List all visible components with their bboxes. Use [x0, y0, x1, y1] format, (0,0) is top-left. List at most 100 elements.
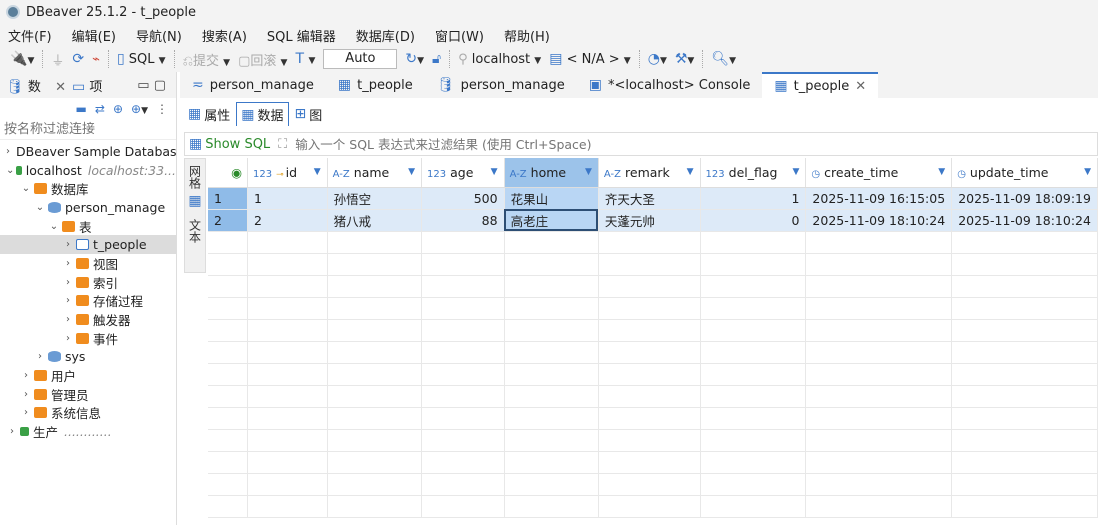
column-header-id[interactable]: 123 ⊸ id ▼ — [247, 158, 328, 188]
sort-filter-icon[interactable]: ▼ — [1084, 167, 1091, 177]
row-number[interactable]: 1 — [208, 187, 249, 210]
connection-filter-input[interactable] — [0, 120, 176, 140]
menu-item[interactable]: 导航(N) — [136, 26, 182, 45]
table-cell[interactable]: 2025-11-09 18:10:24 — [805, 209, 953, 232]
chevron-right-icon[interactable]: › — [62, 333, 74, 344]
sql-filter-input[interactable] — [295, 136, 1097, 152]
chevron-right-icon[interactable]: › — [62, 295, 74, 306]
reconnect-icon[interactable]: ⟳ — [72, 51, 84, 67]
chevron-right-icon[interactable]: › — [62, 239, 74, 250]
chevron-right-icon[interactable]: › — [62, 258, 74, 269]
new-connection-icon[interactable]: 🔌▼ — [10, 51, 34, 67]
row-selector-header[interactable]: ◉ — [208, 158, 249, 188]
column-header-update_time[interactable]: ◷ update_time ▼ — [951, 158, 1098, 188]
column-header-remark[interactable]: A-Z remark ▼ — [598, 158, 701, 188]
tree-item[interactable]: › 视图 — [0, 254, 176, 273]
tab-data[interactable]: ▦ 数据 — [236, 102, 289, 126]
tree-item[interactable]: › 触发器 — [0, 310, 176, 329]
commit-mode-select[interactable]: Auto — [323, 49, 398, 69]
close-icon[interactable]: ✕ — [855, 79, 866, 94]
table-cell[interactable]: 天蓬元帅 — [598, 209, 701, 232]
column-header-home[interactable]: A-Z home ▼ — [504, 158, 599, 188]
rollback-button[interactable]: ▢回滚 ▼ — [238, 50, 287, 69]
chevron-down-icon[interactable]: ⌄ — [34, 202, 46, 213]
sql-editor-button[interactable]: ▯ SQL ▼ — [117, 51, 166, 67]
active-connection-select[interactable]: ⚲ localhost ▼ — [458, 52, 541, 67]
table-cell[interactable]: 500 — [421, 187, 505, 210]
tree-item[interactable]: › 索引 — [0, 273, 176, 292]
sort-filter-icon[interactable]: ▼ — [687, 167, 694, 177]
column-header-create_time[interactable]: ◷ create_time ▼ — [805, 158, 953, 188]
chevron-right-icon[interactable]: › — [62, 277, 74, 288]
commit-button[interactable]: ⎌提交 ▼ — [183, 50, 230, 69]
tree-item[interactable]: › t_people — [0, 235, 176, 255]
tab-properties[interactable]: ▦ 属性 — [184, 102, 234, 126]
chevron-right-icon[interactable]: › — [20, 407, 32, 418]
editor-tab[interactable]: ▣ *<localhost> Console — [577, 72, 763, 98]
tree-item[interactable]: ⌄ localhost localhost:33... — [0, 161, 176, 180]
new-connection-icon[interactable]: ⊕ — [113, 102, 123, 116]
tree-item[interactable]: › 事件 — [0, 329, 176, 348]
table-cell[interactable]: 高老庄 — [504, 209, 599, 232]
tree-item[interactable]: › 用户 — [0, 366, 176, 385]
chevron-right-icon[interactable]: › — [6, 146, 10, 157]
sort-filter-icon[interactable]: ▼ — [408, 167, 415, 177]
filter-connection-icon[interactable]: ⊕▼ — [131, 102, 148, 116]
menu-item[interactable]: 帮助(H) — [504, 26, 550, 45]
editor-tab[interactable]: 🛢︎ person_manage — [425, 72, 577, 98]
table-cell[interactable]: 花果山 — [504, 187, 599, 210]
editor-tab[interactable]: ▦ t_people ✕ — [762, 72, 879, 98]
table-cell[interactable]: 猪八戒 — [327, 209, 423, 232]
column-header-age[interactable]: 123 age ▼ — [421, 158, 505, 188]
sort-filter-icon[interactable]: ▼ — [793, 167, 800, 177]
menu-item[interactable]: SQL 编辑器 — [267, 26, 336, 45]
table-cell[interactable]: 88 — [421, 209, 505, 232]
tab-projects[interactable]: ▭ 项 — [72, 76, 102, 95]
expand-icon[interactable]: ⛶ — [278, 137, 287, 152]
dashboard-icon[interactable]: ◔▼ — [648, 51, 667, 67]
tab-navigator[interactable]: 🛢︎ 数 ✕ — [6, 76, 66, 95]
table-cell[interactable]: 1 — [247, 187, 328, 210]
active-schema-select[interactable]: ▤ < N/A > ▼ — [549, 51, 631, 67]
tree-item[interactable]: › sys — [0, 348, 176, 367]
table-cell[interactable]: 2 — [247, 209, 328, 232]
disconnect-icon[interactable]: ⌁ — [92, 52, 100, 67]
more-icon[interactable]: ⋮ — [156, 102, 168, 116]
sort-filter-icon[interactable]: ▼ — [314, 167, 321, 177]
grid-view-label[interactable]: 网格 — [187, 165, 204, 189]
search-icon[interactable]: 🔍︎▼ — [711, 51, 736, 67]
menu-item[interactable]: 窗口(W) — [435, 26, 484, 45]
tree-item[interactable]: › 存储过程 — [0, 292, 176, 311]
chevron-down-icon[interactable]: ⌄ — [20, 183, 32, 194]
chevron-right-icon[interactable]: › — [20, 389, 32, 400]
transaction-mode-icon[interactable]: T ▼ — [295, 51, 315, 67]
row-number[interactable]: 2 — [208, 209, 249, 232]
chevron-right-icon[interactable]: › — [62, 314, 74, 325]
chevron-right-icon[interactable]: › — [34, 351, 46, 362]
table-cell[interactable]: 0 — [700, 209, 807, 232]
sort-filter-icon[interactable]: ▼ — [938, 167, 945, 177]
menu-item[interactable]: 数据库(D) — [356, 26, 415, 45]
tree-item[interactable]: ⌄ 数据库 — [0, 179, 176, 198]
show-sql-button[interactable]: ▦ Show SQL — [189, 136, 270, 152]
chevron-down-icon[interactable]: ⌄ — [6, 165, 14, 176]
editor-tab[interactable]: ≂ person_manage — [180, 72, 326, 98]
column-header-del_flag[interactable]: 123 del_flag ▼ — [700, 158, 807, 188]
tree-item[interactable]: › 管理员 — [0, 385, 176, 404]
tree-item[interactable]: ⌄ person_manage — [0, 198, 176, 217]
grid-icon[interactable]: ▦ — [185, 193, 205, 209]
history-icon[interactable]: ↻▼ — [405, 51, 424, 67]
text-view-label[interactable]: 文本 — [187, 219, 204, 243]
tree-item[interactable]: › 系统信息 — [0, 404, 176, 423]
chevron-right-icon[interactable]: › — [6, 426, 18, 437]
chevron-right-icon[interactable]: › — [20, 370, 32, 381]
column-header-name[interactable]: A-Z name ▼ — [327, 158, 423, 188]
menu-item[interactable]: 文件(F) — [8, 26, 52, 45]
connect-icon[interactable]: ⏚ — [51, 50, 64, 69]
chevron-down-icon[interactable]: ⌄ — [48, 221, 60, 232]
lock-icon[interactable]: 🔓︎ — [432, 51, 441, 67]
tree-item[interactable]: › 生产............ — [0, 422, 176, 441]
tools-icon[interactable]: ⚒▼ — [675, 51, 694, 67]
sort-filter-icon[interactable]: ▼ — [585, 167, 592, 177]
menu-item[interactable]: 编辑(E) — [72, 26, 116, 45]
